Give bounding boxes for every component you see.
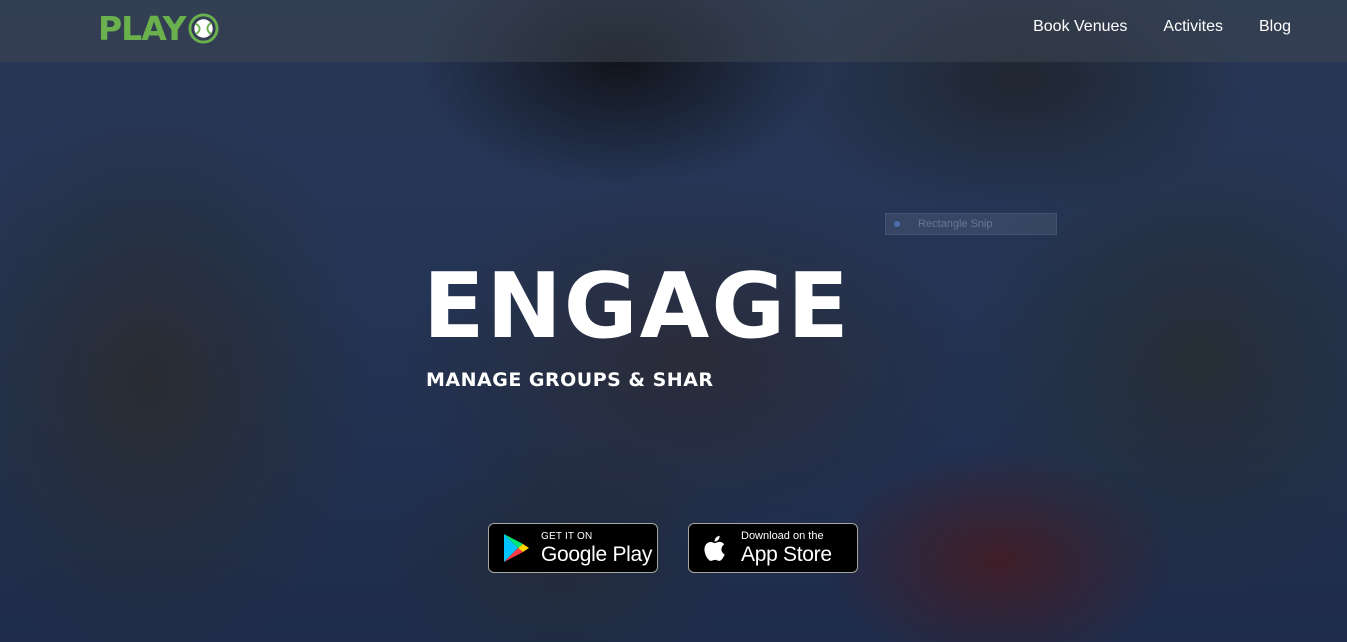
hero-headline: ENGAGE xyxy=(423,254,851,359)
google-play-big-text: Google Play xyxy=(541,542,653,566)
playo-logo[interactable]: PLAY xyxy=(98,8,219,48)
snip-dot-icon xyxy=(894,221,900,227)
hero-subheadline: MANAGE GROUPS & SHAR xyxy=(426,369,714,391)
app-store-big-text: App Store xyxy=(741,543,832,566)
google-play-button[interactable]: GET IT ON Google Play xyxy=(488,523,658,573)
nav-activities[interactable]: Activites xyxy=(1163,18,1223,36)
apple-icon xyxy=(704,535,725,561)
app-store-button[interactable]: Download on the App Store xyxy=(688,523,858,573)
tennis-ball-icon xyxy=(187,12,219,44)
app-store-small-text: Download on the xyxy=(741,530,824,542)
snip-tool-overlay: Rectangle Snip xyxy=(885,213,1057,235)
google-play-small-text: GET IT ON xyxy=(541,530,593,542)
logo-text: PLAY xyxy=(98,8,186,48)
nav-book-venues[interactable]: Book Venues xyxy=(1033,18,1127,36)
top-navbar: PLAY Book Venues Activites Blog xyxy=(0,0,1347,62)
nav-blog[interactable]: Blog xyxy=(1259,18,1291,36)
google-play-icon xyxy=(504,534,529,562)
main-nav: Book Venues Activites Blog xyxy=(1033,18,1291,36)
snip-label: Rectangle Snip xyxy=(918,218,993,230)
